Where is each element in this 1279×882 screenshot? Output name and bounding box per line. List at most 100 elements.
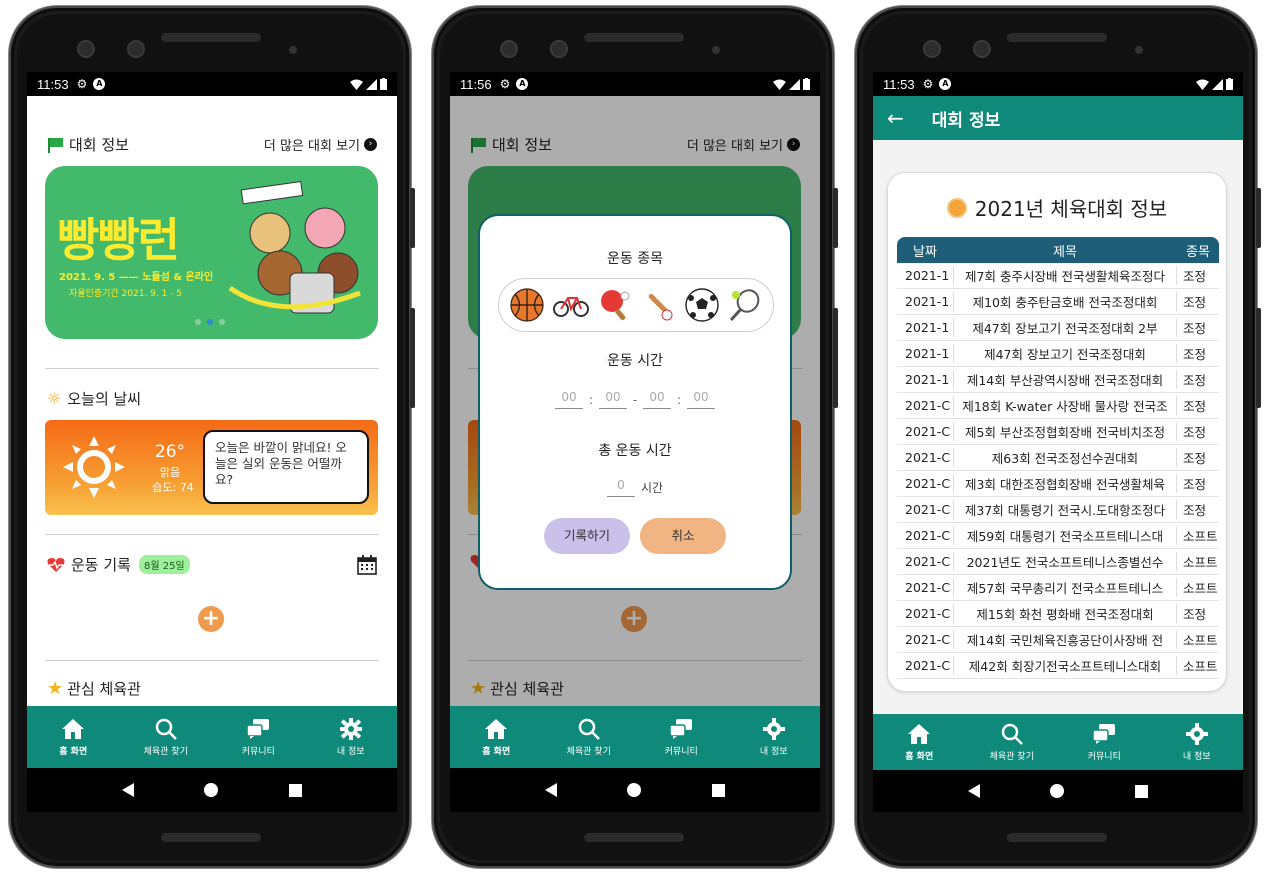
status-bar: 11:53 ⚙ A <box>27 72 397 96</box>
battery-icon <box>803 78 810 90</box>
more-competitions-link[interactable]: 더 많은 대회 보기 › <box>264 135 377 154</box>
hours-unit: 시간 <box>640 481 664 495</box>
back-triangle-icon[interactable] <box>545 783 558 797</box>
total-hours-input[interactable]: 0 <box>606 478 635 497</box>
exercise-section-title: 운동 기록 <box>71 556 131 574</box>
signal-icon <box>789 78 800 90</box>
record-button[interactable]: 기록하기 <box>544 518 630 554</box>
table-row[interactable]: 2021-C 제18회 K-water 사장배 물사랑 전국조 조정 <box>897 393 1219 419</box>
row-title: 제15회 화천 평화배 전국조정대회 <box>953 604 1177 623</box>
end-hour-input[interactable]: 00 <box>643 390 671 409</box>
back-arrow-icon[interactable]: ← <box>887 106 904 130</box>
back-triangle-icon[interactable] <box>122 783 135 797</box>
nav-find-gym[interactable]: 체육관 찾기 <box>120 706 213 768</box>
banner-dot[interactable] <box>195 319 201 325</box>
nav-community[interactable]: 커뮤니티 <box>1058 714 1151 770</box>
system-navigation <box>27 768 397 812</box>
table-row[interactable]: 2021-C 제5회 부산조정협회장배 전국비치조정 조정 <box>897 419 1219 445</box>
ping-pong-icon[interactable] <box>598 288 632 322</box>
row-date: 2021-C <box>905 398 951 413</box>
row-title: 제14회 국민체육진흥공단이사장배 전 <box>953 630 1177 649</box>
row-title: 제47회 장보고기 전국조정대회 2부 <box>953 318 1177 337</box>
table-row[interactable]: 2021-1 제47회 장보고기 전국조정대회 2부 조정 <box>897 315 1219 341</box>
table-row[interactable]: 2021-C 제14회 국민체육진흥공단이사장배 전 소프트 <box>897 627 1219 653</box>
table-row[interactable]: 2021-1 제10회 충주탄금호배 전국조정대회 조정 <box>897 289 1219 315</box>
system-navigation <box>873 770 1243 812</box>
sport-label: 운동 종목 <box>607 251 663 267</box>
back-triangle-icon[interactable] <box>968 784 981 798</box>
nav-home-label: 홈 화면 <box>59 746 88 757</box>
recents-square-icon[interactable] <box>288 783 302 797</box>
table-row[interactable]: 2021-1 제14회 부산광역시장배 전국조정대회 조정 <box>897 367 1219 393</box>
heartbeat-icon <box>47 557 65 572</box>
bottom-speaker <box>161 833 261 842</box>
earpiece-speaker <box>584 33 684 42</box>
settings-status-icon: ⚙ <box>499 77 511 91</box>
tennis-icon[interactable] <box>728 288 762 322</box>
time-label: 운동 시간 <box>607 353 663 369</box>
table-row[interactable]: 2021-C 제59회 대통령기 전국소프트테니스대 소프트 <box>897 523 1219 549</box>
wifi-icon <box>773 79 786 90</box>
start-minute-input[interactable]: 00 <box>599 390 627 409</box>
banner-dot[interactable] <box>219 319 225 325</box>
add-exercise-button[interactable]: + <box>198 606 224 632</box>
nav-my-info[interactable]: 내 정보 <box>1151 714 1244 770</box>
nav-community[interactable]: 커뮤니티 <box>635 706 728 768</box>
row-date: 2021-C <box>905 502 951 517</box>
sport-selector <box>498 278 774 332</box>
start-hour-input[interactable]: 00 <box>555 390 583 409</box>
home-content-dimmed: 대회 정보 더 많은 대회 보기 › 빵빵런 + ★ 관심 체육관 <box>450 96 820 706</box>
nav-my-info[interactable]: 내 정보 <box>728 706 821 768</box>
event-banner[interactable]: 빵빵런 2021. 9. 5 —— 노들섬 & 온라인 자율인증기간 2021.… <box>45 166 378 339</box>
card-title-row: 2021년 체육대회 정보 <box>888 193 1226 222</box>
table-row[interactable]: 2021-C 2021년도 전국소프트테니스종별선수 소프트 <box>897 549 1219 575</box>
banner-dot-active[interactable] <box>207 319 213 325</box>
nav-my-info[interactable]: 내 정보 <box>305 706 398 768</box>
table-row[interactable]: 2021-C 제42회 회장기전국소프트테니스대회 소프트 <box>897 653 1219 679</box>
row-date: 2021-C <box>905 476 951 491</box>
search-icon <box>1001 723 1023 745</box>
home-circle-icon[interactable] <box>627 783 642 797</box>
soccer-icon[interactable] <box>685 288 719 322</box>
banner-indicator <box>195 319 225 325</box>
row-type: 소프트 <box>1183 581 1218 596</box>
app-status-icon: A <box>516 78 529 90</box>
recents-square-icon[interactable] <box>1134 784 1148 798</box>
row-type: 조정 <box>1183 477 1207 492</box>
nav-home-label: 홈 화면 <box>905 751 934 762</box>
nav-community[interactable]: 커뮤니티 <box>212 706 305 768</box>
end-minute-input[interactable]: 00 <box>687 390 715 409</box>
settings-status-icon: ⚙ <box>922 77 934 91</box>
basketball-icon[interactable] <box>510 288 544 322</box>
front-sensor <box>127 40 145 58</box>
favorites-section-title: 관심 체육관 <box>67 680 141 698</box>
front-camera <box>500 40 518 58</box>
nav-home[interactable]: 홈 화면 <box>873 714 966 770</box>
table-row[interactable]: 2021-1 제47회 장보고기 전국조정대회 조정 <box>897 341 1219 367</box>
weather-condition: 맑음 <box>159 466 181 479</box>
table-row[interactable]: 2021-C 제3회 대한조정협회장배 전국생활체육 조정 <box>897 471 1219 497</box>
table-row[interactable]: 2021-C 제15회 화천 평화배 전국조정대회 조정 <box>897 601 1219 627</box>
home-circle-icon[interactable] <box>1050 784 1065 798</box>
home-circle-icon[interactable] <box>204 783 219 797</box>
nav-home[interactable]: 홈 화면 <box>27 706 120 768</box>
baseball-icon[interactable] <box>642 288 676 322</box>
column-date[interactable]: 날짜 <box>897 241 953 260</box>
table-row[interactable]: 2021-C 제63회 전국조정선수권대회 조정 <box>897 445 1219 471</box>
bottom-speaker <box>584 833 684 842</box>
table-row[interactable]: 2021-1 제7회 충주시장배 전국생활체육조정다 조정 <box>897 263 1219 289</box>
nav-find-gym[interactable]: 체육관 찾기 <box>966 714 1059 770</box>
table-row[interactable]: 2021-C 제37회 대통령기 전국시.도대항조정다 조정 <box>897 497 1219 523</box>
nav-home[interactable]: 홈 화면 <box>450 706 543 768</box>
table-row[interactable]: 2021-C 제57회 국무총리기 전국소프트테니스 소프트 <box>897 575 1219 601</box>
row-type: 조정 <box>1183 347 1207 362</box>
calendar-icon[interactable] <box>357 554 377 575</box>
cancel-button[interactable]: 취소 <box>640 518 726 554</box>
column-title[interactable]: 제목 <box>953 241 1177 260</box>
bicycle-icon[interactable] <box>552 292 589 318</box>
temperature: 26° <box>154 442 186 462</box>
recents-square-icon[interactable] <box>711 783 725 797</box>
column-type[interactable]: 종목 <box>1177 241 1219 260</box>
nav-find-gym[interactable]: 체육관 찾기 <box>543 706 636 768</box>
front-sensor <box>973 40 991 58</box>
